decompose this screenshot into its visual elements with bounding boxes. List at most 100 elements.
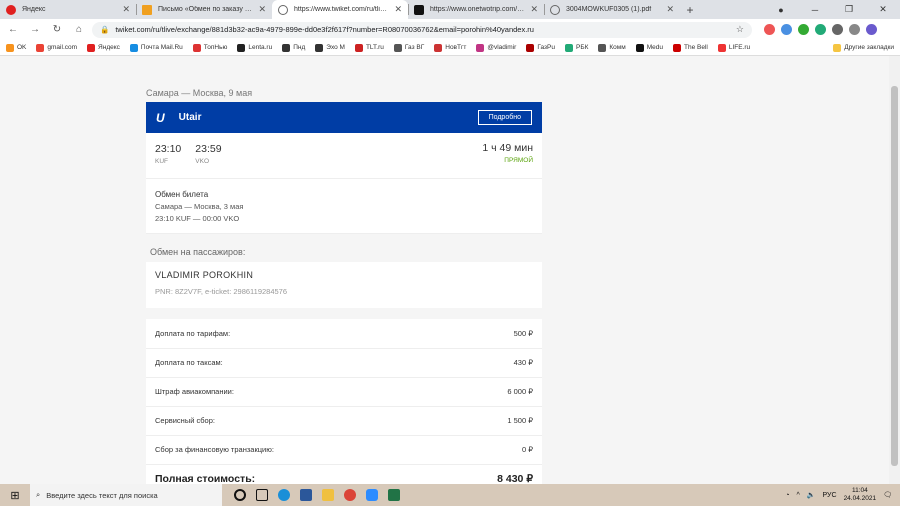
airline-name: Utair <box>178 112 202 123</box>
tab-bar: Яндекс ✕ Письмо «Обмен по заказу R08 ✕ h… <box>0 0 900 19</box>
tab-yandex[interactable]: Яндекс ✕ <box>0 0 136 19</box>
bookmark-icon <box>192 43 201 52</box>
bookmark-item[interactable]: Medu <box>635 43 663 52</box>
bookmark-item[interactable]: РБК <box>564 43 588 52</box>
windows-start-icon[interactable]: ⊞ <box>0 489 30 502</box>
utair-logo-icon: U <box>156 110 165 125</box>
close-icon[interactable]: ✕ <box>258 4 266 15</box>
bookmark-item[interactable]: Lenta.ru <box>237 43 272 52</box>
zoom-icon[interactable] <box>366 489 378 501</box>
tab-label: Письмо «Обмен по заказу R08 <box>158 6 253 13</box>
cortana-icon[interactable] <box>234 489 246 501</box>
passenger-pnr: PNR: 8Z2V7F, e-ticket: 2986119284576 <box>155 287 288 296</box>
airline-header: U Utair Подробно <box>146 102 542 133</box>
task-view-icon[interactable] <box>256 489 268 501</box>
divider <box>146 178 542 179</box>
taskbar-apps <box>234 489 400 501</box>
bookmark-item[interactable]: gmail.com <box>36 43 77 52</box>
menu-icon[interactable] <box>849 24 860 35</box>
route-title: Самара — Москва, 9 мая <box>146 88 253 98</box>
scrollbar[interactable] <box>889 56 900 484</box>
taskbar-search[interactable]: ⌕ Введите здесь текст для поиска <box>30 484 222 506</box>
close-window-button[interactable]: ✕ <box>866 0 900 19</box>
bookmark-icon <box>282 43 291 52</box>
bookmark-item[interactable]: OK <box>6 43 26 52</box>
extension-icon[interactable] <box>764 24 775 35</box>
clock[interactable]: 11:04 24.04.2021 <box>844 487 877 503</box>
volume-icon[interactable]: 🔈 <box>807 491 816 499</box>
bookmark-icon <box>672 43 681 52</box>
notifications-icon[interactable]: 🗨 <box>883 491 892 499</box>
address-bar[interactable]: 🔒 twiket.com/ru/tlive/exchange/881d3b32-… <box>92 21 752 38</box>
maximize-button[interactable]: ❐ <box>832 0 866 19</box>
home-button[interactable]: ⌂ <box>70 21 88 39</box>
extension-icon[interactable] <box>815 24 826 35</box>
bookmark-star-icon[interactable]: ☆ <box>736 24 744 35</box>
total-row: Полная стоимость: 8 430 ₽ <box>155 473 533 484</box>
minimize-button[interactable]: ─ <box>798 0 832 19</box>
new-tab-button[interactable]: + <box>680 0 700 19</box>
network-icon[interactable]: ◔ <box>785 492 789 499</box>
bookmark-item[interactable]: ТопНью <box>192 43 227 52</box>
close-icon[interactable]: ✕ <box>666 4 674 15</box>
tab-mail[interactable]: Письмо «Обмен по заказу R08 ✕ <box>136 0 272 19</box>
bookmark-item[interactable]: Газ ВГ <box>393 43 424 52</box>
url-text: twiket.com/ru/tlive/exchange/881d3b32-ac… <box>115 25 534 34</box>
extension-icon[interactable] <box>798 24 809 35</box>
tab-twiket[interactable]: https://www.twiket.com/ru/tlive/ ✕ <box>272 0 408 19</box>
forward-button[interactable]: → <box>26 21 44 39</box>
bookmark-icon <box>717 43 726 52</box>
chevron-up-icon[interactable]: ^ <box>797 492 800 499</box>
explorer-icon[interactable] <box>322 489 334 501</box>
other-bookmarks[interactable]: Другие закладки <box>833 43 894 52</box>
flight-times: 23:10 KUF 23:59 VKO <box>155 143 222 165</box>
back-button[interactable]: ← <box>4 21 22 39</box>
bookmark-item[interactable]: Эхо М <box>315 43 345 52</box>
word-icon[interactable] <box>300 489 312 501</box>
passenger-card: VLADIMIR POROKHIN PNR: 8Z2V7F, e-ticket:… <box>146 262 542 308</box>
bookmark-item[interactable]: The Bell <box>672 43 708 52</box>
close-icon[interactable]: ✕ <box>394 4 402 15</box>
bookmark-item[interactable]: ГазРu <box>526 43 555 52</box>
profile-icon[interactable]: ● <box>764 0 798 19</box>
chrome-icon[interactable] <box>344 489 356 501</box>
avatar[interactable] <box>866 24 877 35</box>
taskbar: ⊞ ⌕ Введите здесь текст для поиска ◔ ^ 🔈… <box>0 484 900 506</box>
lock-icon: 🔒 <box>100 25 110 34</box>
search-icon: ⌕ <box>36 490 41 499</box>
bookmark-icon <box>476 43 485 52</box>
bookmark-item[interactable]: Почта Mail.Ru <box>129 43 183 52</box>
close-icon[interactable]: ✕ <box>530 4 538 15</box>
bookmark-item[interactable]: Комм <box>598 43 626 52</box>
scrollbar-thumb[interactable] <box>891 86 898 466</box>
cost-row: Сервисный сбор: 1 500 ₽ <box>155 416 533 425</box>
bookmark-icon <box>87 43 96 52</box>
cost-row: Доплата по таксам: 430 ₽ <box>155 358 533 367</box>
globe-icon <box>278 4 288 15</box>
bookmark-icon <box>315 43 324 52</box>
reload-button[interactable]: ↻ <box>48 21 66 39</box>
extension-icon[interactable] <box>781 24 792 35</box>
excel-icon[interactable] <box>388 489 400 501</box>
bookmark-icon <box>635 43 644 52</box>
bookmark-item[interactable]: НовТгт <box>434 43 466 52</box>
yandex-icon <box>6 4 16 15</box>
bookmark-item[interactable]: TLT.ru <box>354 43 384 52</box>
details-button[interactable]: Подробно <box>477 110 532 125</box>
close-icon[interactable]: ✕ <box>122 4 130 15</box>
cost-row: Сбор за финансовую транзакцию: 0 ₽ <box>155 445 533 454</box>
bookmark-item[interactable]: Пнд <box>282 43 305 52</box>
edge-icon[interactable] <box>278 489 290 501</box>
tab-pdf[interactable]: 3004MOWKUF0305 (1).pdf ✕ <box>544 0 680 19</box>
divider <box>146 377 542 378</box>
tab-onetwotrip[interactable]: https://www.onetwotrip.com/ru/ ✕ <box>408 0 544 19</box>
language-indicator[interactable]: РУС <box>823 492 837 499</box>
tab-label: Яндекс <box>22 6 46 13</box>
bookmark-item[interactable]: Яндекс <box>87 43 120 52</box>
flight-type: прямой <box>504 157 533 164</box>
divider <box>146 406 542 407</box>
flight-duration: 1 ч 49 мин прямой <box>482 142 533 164</box>
bookmark-item[interactable]: @vladimir <box>476 43 516 52</box>
bookmark-item[interactable]: LIFE.ru <box>717 43 750 52</box>
puzzle-icon[interactable] <box>832 24 843 35</box>
